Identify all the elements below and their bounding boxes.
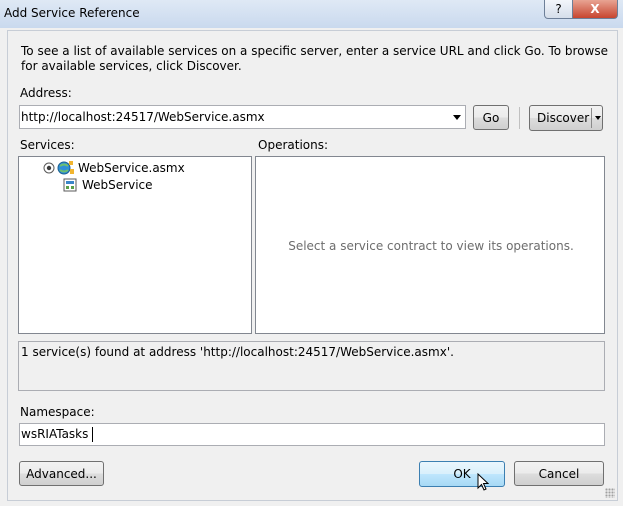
title-bar: Add Service Reference ? X — [0, 0, 623, 28]
ok-button[interactable]: OK — [419, 461, 505, 491]
text-caret — [92, 427, 93, 442]
namespace-value: wsRIATasks — [21, 427, 89, 441]
add-service-reference-dialog: Add Service Reference ? X To see a list … — [0, 0, 623, 506]
tree-node-webservice[interactable]: WebService — [63, 178, 153, 192]
dialog-body: To see a list of available services on a… — [7, 30, 618, 501]
discover-label: Discover — [537, 111, 590, 125]
services-tree[interactable]: WebService.asmx WebService — [18, 156, 252, 334]
address-value: http://localhost:24517/WebService.asmx — [21, 110, 265, 124]
toolbar-separator — [519, 107, 520, 129]
resize-grip[interactable] — [605, 488, 615, 498]
ok-label: OK — [453, 467, 471, 481]
tree-node-webservice-asmx[interactable]: WebService.asmx — [43, 160, 185, 176]
status-box: 1 service(s) found at address 'http://lo… — [18, 341, 605, 391]
go-button[interactable]: Go — [473, 105, 509, 130]
address-combobox[interactable]: http://localhost:24517/WebService.asmx — [19, 105, 466, 129]
services-label: Services: — [20, 138, 75, 152]
globe-service-icon — [57, 161, 74, 175]
instructions-text: To see a list of available services on a… — [21, 44, 609, 73]
cancel-button[interactable]: Cancel — [514, 461, 604, 486]
split-divider — [591, 108, 592, 128]
discover-split-button[interactable]: Discover — [529, 105, 603, 131]
window-title: Add Service Reference — [4, 6, 140, 20]
service-contract-icon — [63, 178, 77, 192]
help-button[interactable]: ? — [544, 0, 573, 19]
operations-label: Operations: — [258, 138, 329, 152]
close-button[interactable]: X — [572, 0, 618, 19]
close-icon: X — [590, 2, 600, 16]
namespace-label: Namespace: — [20, 405, 95, 419]
operations-empty-message: Select a service contract to view its op… — [288, 239, 574, 253]
tree-node-label: WebService.asmx — [78, 161, 185, 175]
discover-dropdown-arrow-icon[interactable] — [595, 116, 601, 120]
address-label: Address: — [20, 86, 72, 100]
help-icon: ? — [555, 2, 562, 16]
tree-node-label: WebService — [82, 178, 153, 192]
operations-list[interactable]: Select a service contract to view its op… — [255, 156, 605, 334]
advanced-button[interactable]: Advanced... — [19, 461, 104, 486]
namespace-input[interactable]: wsRIATasks — [19, 423, 605, 446]
status-message: 1 service(s) found at address 'http://lo… — [21, 345, 454, 359]
mouse-pointer-icon — [477, 473, 489, 491]
expand-toggle-icon[interactable] — [43, 162, 55, 174]
chevron-down-icon[interactable] — [453, 115, 461, 120]
